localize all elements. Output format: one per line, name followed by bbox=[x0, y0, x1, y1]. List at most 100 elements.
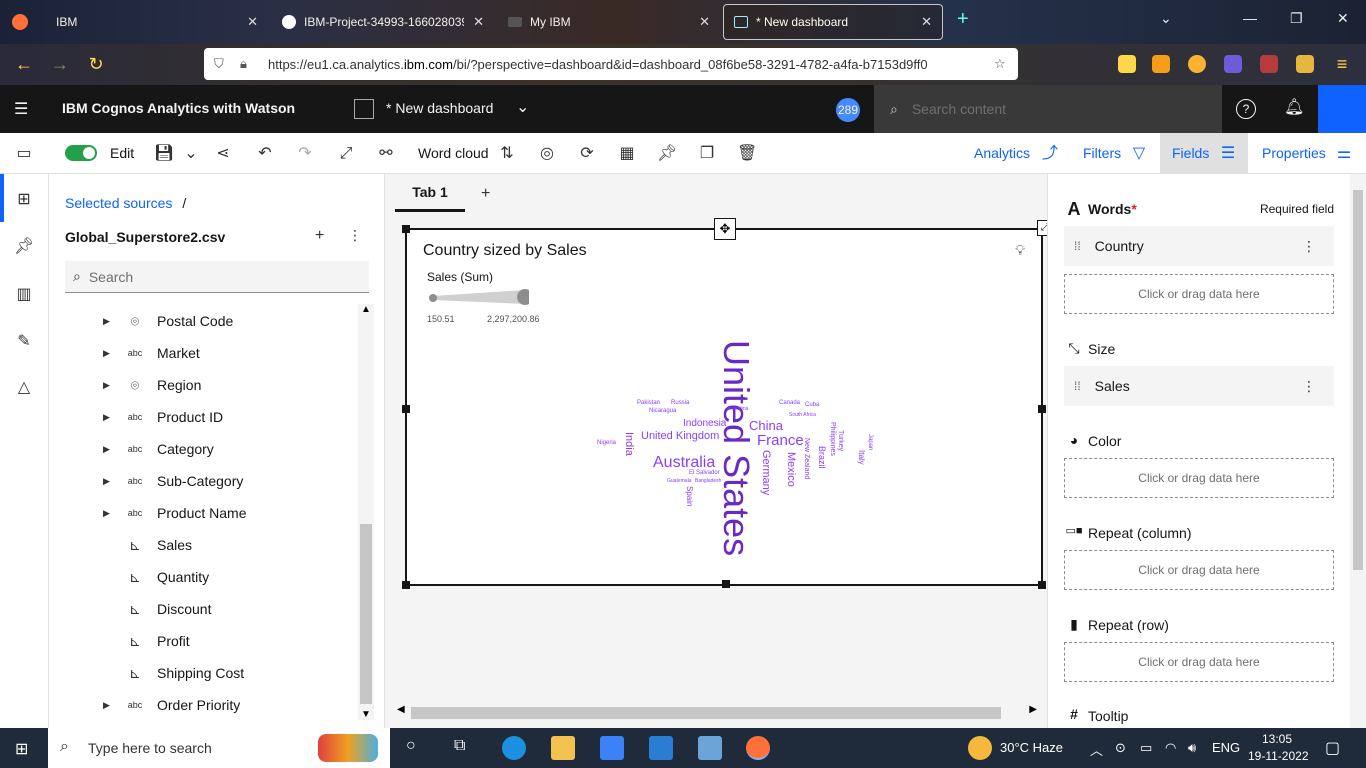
word-cloud-word[interactable]: Russia bbox=[671, 400, 689, 406]
analytics-icon[interactable]: ⤴ bbox=[1040, 144, 1060, 164]
add-tab-icon[interactable]: + bbox=[481, 185, 490, 203]
save-icon[interactable]: 💾︎ bbox=[154, 144, 174, 164]
tray-chevron-icon[interactable]: ︿ bbox=[1090, 740, 1103, 759]
field-item[interactable]: ▶ abc Market bbox=[49, 337, 359, 369]
swap-icon[interactable]: ⇅ bbox=[497, 144, 517, 164]
bell-icon[interactable]: 🔔︎ bbox=[1284, 97, 1304, 117]
comment-icon[interactable]: ▭ bbox=[14, 144, 34, 164]
add-source-icon[interactable]: + bbox=[315, 227, 324, 245]
taskbar-search-input[interactable]: ⌕ Type here to search bbox=[48, 728, 390, 768]
cortana-icon[interactable]: ○ bbox=[406, 737, 416, 755]
undo-icon[interactable]: ↶ bbox=[255, 144, 275, 164]
close-icon[interactable]: ✕ bbox=[921, 14, 932, 30]
resize-handle[interactable] bbox=[402, 581, 410, 589]
scrollbar-thumb[interactable] bbox=[411, 707, 1001, 719]
close-icon[interactable]: ✕ bbox=[247, 14, 258, 30]
help-icon[interactable]: ? bbox=[1236, 99, 1256, 119]
pocket-icon[interactable] bbox=[1118, 55, 1136, 73]
shield-icon[interactable]: ⛉ bbox=[214, 56, 230, 72]
user-avatar[interactable] bbox=[1318, 85, 1366, 133]
field-item[interactable]: ▶ abc Product Name bbox=[49, 497, 359, 529]
expand-arrow-icon[interactable]: ▶ bbox=[103, 348, 113, 359]
redo-icon[interactable]: ↷ bbox=[295, 144, 315, 164]
scroll-left-icon[interactable]: ◀ bbox=[397, 704, 405, 715]
copy-icon[interactable]: ❐ bbox=[697, 144, 717, 164]
wifi-icon[interactable]: ◠ bbox=[1165, 740, 1176, 756]
word-cloud-word[interactable]: Cuba bbox=[805, 402, 819, 408]
file-explorer-icon[interactable] bbox=[551, 736, 575, 760]
resize-handle[interactable] bbox=[1038, 581, 1046, 589]
word-cloud-word[interactable]: Philippines bbox=[829, 422, 836, 456]
amazon-icon[interactable] bbox=[1152, 55, 1170, 73]
expand-arrow-icon[interactable]: ▶ bbox=[103, 380, 113, 391]
move-icon[interactable]: ✥ bbox=[714, 218, 736, 240]
search-content-input[interactable]: ⌕ Search content bbox=[874, 85, 1222, 133]
mail-icon[interactable] bbox=[649, 736, 673, 760]
windows-start-icon[interactable]: ⊞ bbox=[15, 739, 28, 759]
resize-handle[interactable] bbox=[402, 405, 410, 413]
expand-arrow-icon[interactable]: ▶ bbox=[103, 508, 113, 519]
words-field-slot[interactable]: ⁞⁞ Country ⋮ bbox=[1064, 226, 1334, 266]
source-name[interactable]: Global_Superstore2.csv bbox=[65, 229, 225, 245]
url-bar[interactable]: ⛉ 🔒︎ https://eu1.ca.analytics.ibm.com/bi… bbox=[204, 48, 1018, 80]
selected-sources-link[interactable]: Selected sources bbox=[65, 195, 172, 211]
size-field-slot[interactable]: ⁞⁞ Sales ⋮ bbox=[1064, 366, 1334, 406]
clock-date[interactable]: 19-11-2022 bbox=[1248, 749, 1309, 763]
store-icon[interactable] bbox=[600, 736, 624, 760]
chevron-down-icon[interactable]: ⌄ bbox=[1160, 10, 1172, 27]
repeat-row-drop-zone[interactable]: Click or drag data here bbox=[1064, 642, 1334, 682]
new-tab-plus-icon[interactable]: + bbox=[957, 8, 969, 31]
field-item[interactable]: ▶ abc Product ID bbox=[49, 401, 359, 433]
scroll-up-icon[interactable]: ▲ bbox=[361, 304, 371, 315]
analytics-tab[interactable]: Analytics bbox=[974, 145, 1030, 161]
resize-handle[interactable] bbox=[1038, 405, 1046, 413]
clock-time[interactable]: 13:05 bbox=[1262, 732, 1292, 746]
lock-icon[interactable]: 🔒︎ bbox=[240, 56, 256, 72]
extension-d-icon[interactable] bbox=[1224, 55, 1242, 73]
battery-icon[interactable]: ▭ bbox=[1140, 740, 1152, 756]
language-indicator[interactable]: ENG bbox=[1212, 740, 1240, 755]
scrollbar-thumb[interactable] bbox=[1353, 190, 1363, 570]
word-cloud-word[interactable]: China bbox=[749, 418, 783, 433]
shapes-icon[interactable]: △ bbox=[14, 377, 34, 397]
dashboard-title[interactable]: * New dashboard bbox=[386, 100, 493, 116]
back-icon[interactable]: ← bbox=[12, 52, 36, 76]
word-cloud-word[interactable]: Guatemala bbox=[667, 478, 691, 484]
word-cloud-word[interactable]: New Zealand bbox=[803, 438, 810, 479]
expand-arrow-icon[interactable]: ▶ bbox=[103, 316, 113, 327]
widget-type-label[interactable]: Word cloud bbox=[418, 145, 489, 161]
scrollbar-thumb[interactable] bbox=[360, 524, 372, 704]
drag-handle-icon[interactable]: ⁞⁞ bbox=[1074, 379, 1081, 393]
field-item[interactable]: ⊾ Shipping Cost bbox=[49, 657, 359, 689]
data-tree-icon[interactable]: ⊞ bbox=[14, 189, 34, 209]
bar-chart-icon[interactable]: ▥ bbox=[14, 284, 34, 304]
field-item[interactable]: ⊾ Quantity bbox=[49, 561, 359, 593]
expand-arrow-icon[interactable]: ▶ bbox=[103, 700, 113, 711]
expand-arrow-icon[interactable]: ▶ bbox=[103, 476, 113, 487]
repeat-column-drop-zone[interactable]: Click or drag data here bbox=[1064, 550, 1334, 590]
table-icon[interactable]: ▦ bbox=[617, 144, 637, 164]
field-item[interactable]: ⊾ Discount bbox=[49, 593, 359, 625]
palette-icon[interactable]: ◎ bbox=[537, 144, 557, 164]
notifications-icon[interactable]: ▢ bbox=[1325, 738, 1340, 758]
forward-icon[interactable]: → bbox=[48, 52, 72, 76]
word-cloud-word[interactable]: Nicaragua bbox=[649, 408, 676, 414]
word-cloud-word[interactable]: Italy bbox=[857, 450, 866, 465]
refresh-icon[interactable]: ⟳ bbox=[577, 144, 597, 164]
delete-icon[interactable]: 🗑︎ bbox=[737, 144, 757, 164]
word-cloud-word[interactable]: Turkey bbox=[837, 430, 844, 451]
share-icon[interactable]: ⋖ bbox=[213, 144, 233, 164]
scroll-down-icon[interactable]: ▼ bbox=[361, 709, 371, 720]
field-item[interactable]: ▶ ⌾ Region bbox=[49, 369, 359, 401]
reload-icon[interactable]: ↻ bbox=[84, 52, 108, 76]
pin-icon[interactable]: 📌︎ bbox=[657, 144, 677, 164]
word-cloud-word[interactable]: Bangladesh bbox=[695, 478, 721, 484]
scroll-right-icon[interactable]: ▶ bbox=[1029, 704, 1037, 715]
network-icon[interactable]: ⊙ bbox=[1115, 740, 1126, 756]
edge-icon[interactable] bbox=[502, 736, 526, 760]
word-cloud-word[interactable]: France bbox=[757, 432, 804, 449]
resize-handle[interactable] bbox=[722, 580, 730, 588]
word-cloud-word[interactable]: Canada bbox=[779, 400, 800, 406]
field-list-scrollbar[interactable]: ▲ ▼ bbox=[358, 304, 374, 720]
expand-arrow-icon[interactable]: ▶ bbox=[103, 412, 113, 423]
